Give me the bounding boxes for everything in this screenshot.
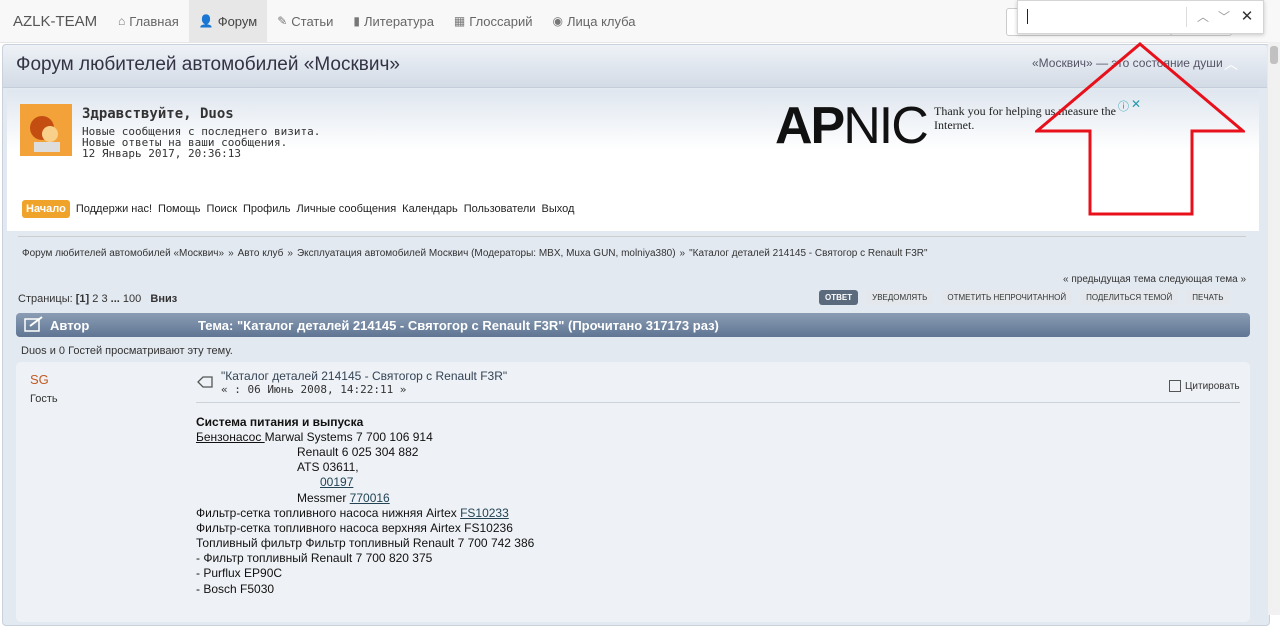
topic-buttons: ОТВЕТ УВЕДОМЛЯТЬ ОТМЕТИТЬ НЕПРОЧИТАННОЙ … <box>819 290 1238 305</box>
nav-items: ⌂ Главная 👤 Форум ✎ Статьи ▮ Литература ▦ Гло… <box>108 0 646 42</box>
nav-item-literature[interactable]: ▮ Литература <box>343 0 444 42</box>
post-line: Renault 6 025 304 882 <box>297 445 419 459</box>
poster-name[interactable]: SG <box>30 372 49 387</box>
topic-title: Тема: "Каталог деталей 214145 - Святогор… <box>198 318 719 333</box>
home-icon: ⌂ <box>118 14 126 28</box>
prev-next-topic-links[interactable]: « предыдущая тема следующая тема » <box>1063 274 1246 285</box>
find-next-icon[interactable]: ﹀ <box>1215 7 1233 27</box>
text-caret <box>1027 9 1028 24</box>
breadcrumb-item-forum[interactable]: Форум любителей автомобилей «Москвич» <box>22 248 224 259</box>
user-avatar[interactable] <box>20 104 72 156</box>
nav-item-label: Глоссарий <box>469 13 533 29</box>
post-divider <box>196 402 1240 403</box>
menu-item-help[interactable]: Помощь <box>158 203 201 215</box>
nav-item-label: Форум <box>217 13 258 29</box>
ad-logo[interactable]: APNIC <box>775 96 929 156</box>
post-link[interactable]: 770016 <box>350 491 390 505</box>
menu-item-calendar[interactable]: Календарь <box>402 203 458 215</box>
post-subject[interactable]: "Каталог деталей 214145 - Святогор с Ren… <box>221 369 507 383</box>
nav-item-glossary[interactable]: ▦ Глоссарий <box>444 0 543 42</box>
post-line: Бензонасос Marwal Systems 7 700 106 914 <box>196 430 433 444</box>
viewers-info: Duos и 0 Гостей просматривают эту тему. <box>21 345 233 357</box>
page-ellipsis: ... <box>110 293 120 305</box>
current-datetime: 12 Январь 2017, 20:36:13 <box>82 147 241 160</box>
menu-item-search[interactable]: Поиск <box>207 203 237 215</box>
post-line: Фильтр-сетка топливного насоса верхняя A… <box>196 521 513 535</box>
menu-item-logout[interactable]: Выход <box>541 203 574 215</box>
post-text: Фильтр-сетка топливного насоса нижняя Ai… <box>196 506 461 520</box>
scrollbar[interactable] <box>1268 42 1280 615</box>
eye-icon: ◉ <box>552 14 564 28</box>
menu-item-profile[interactable]: Профиль <box>243 203 291 215</box>
post-line: - Фильтр топливный Renault 7 700 820 375 <box>196 551 433 565</box>
quote-icon <box>1169 380 1181 392</box>
author-column-label: Автор <box>50 318 90 333</box>
menu-item-members[interactable]: Пользователи <box>464 203 536 215</box>
nav-item-label: Статьи <box>291 13 334 29</box>
breadcrumb-item-topic[interactable]: "Каталог деталей 214145 - Святогор с Ren… <box>689 248 927 259</box>
ad-logo-bold: AP <box>775 97 845 155</box>
post-underline: Бензонасос <box>196 430 265 444</box>
post-line: - Purflux EP90C <box>196 566 283 580</box>
divider <box>18 236 1246 237</box>
post-text: Marwal Systems 7 700 106 914 <box>264 430 433 444</box>
menu-item-messages[interactable]: Личные сообщения <box>297 203 397 215</box>
post-line: Messmer 770016 <box>297 491 390 505</box>
book-icon: ▮ <box>353 14 360 28</box>
post-line: ATS 03611, <box>297 460 359 474</box>
quote-label: Цитировать <box>1185 380 1240 392</box>
nav-item-label: Лица клуба <box>567 13 636 29</box>
pages-label: Страницы: <box>18 293 73 305</box>
quote-button[interactable]: Цитировать <box>1169 380 1240 392</box>
post-text: Messmer <box>297 491 350 505</box>
red-arrow-annotation <box>1035 42 1245 216</box>
page-link-3[interactable]: 3 <box>101 293 107 305</box>
breadcrumb-item-club[interactable]: Авто клуб <box>238 248 284 259</box>
nav-item-label: Главная <box>129 13 179 29</box>
print-button[interactable]: ПЕЧАТЬ <box>1186 290 1230 305</box>
post-line: Топливный фильтр Фильтр топливный Renaul… <box>196 536 535 550</box>
share-topic-button[interactable]: ПОДЕЛИТЬСЯ ТЕМОЙ <box>1080 290 1179 305</box>
site-brand[interactable]: AZLK-TEAM <box>13 13 97 30</box>
topic-edit-icon <box>24 316 43 332</box>
post-heading: Система питания и выпуска <box>196 415 364 429</box>
find-bar: ︿ ﹀ ✕ <box>1017 0 1264 34</box>
nav-item-forum[interactable]: 👤 Форум <box>188 0 268 42</box>
find-close-icon[interactable]: ✕ <box>1238 7 1256 27</box>
nav-item-label: Литература <box>364 13 434 29</box>
page-down-link[interactable]: Вниз <box>150 293 177 305</box>
user-greeting: Здравствуйте, Duos <box>82 106 234 122</box>
poster-rank: Гость <box>30 393 58 405</box>
post-line: - Bosch F5030 <box>196 582 275 596</box>
post-link[interactable]: FS10233 <box>460 506 509 520</box>
post-link[interactable]: 00197 <box>320 475 353 489</box>
breadcrumb: Форум любителей автомобилей «Москвич»» Ав… <box>22 248 928 259</box>
nav-item-articles[interactable]: ✎ Статьи <box>267 0 343 42</box>
find-input[interactable] <box>1026 7 1190 29</box>
breadcrumb-item-board[interactable]: Эксплуатация автомобилей Москвич (Модера… <box>297 248 676 259</box>
pencil-icon: ✎ <box>277 14 288 28</box>
find-separator <box>1186 7 1187 27</box>
page-link-2[interactable]: 2 <box>92 293 98 305</box>
user-icon: 👤 <box>198 14 214 28</box>
post-line: Фильтр-сетка топливного насоса нижняя Ai… <box>196 506 509 520</box>
find-prev-icon[interactable]: ︿ <box>1194 7 1212 27</box>
forum-menu: Начало Поддержи нас! Помощь Поиск Профил… <box>22 200 580 218</box>
tag-icon <box>197 376 213 388</box>
pagination: Страницы: [1] 2 3 ... 100 Вниз <box>18 293 177 305</box>
menu-item-home[interactable]: Начало <box>22 200 70 218</box>
reply-button[interactable]: ОТВЕТ <box>819 290 859 305</box>
notify-button[interactable]: УВЕДОМЛЯТЬ <box>866 290 934 305</box>
forum-title: Форум любителей автомобилей «Москвич» <box>16 54 400 75</box>
nav-item-home[interactable]: ⌂ Главная <box>108 0 189 42</box>
scrollbar-thumb[interactable] <box>1270 46 1278 64</box>
table-icon: ▦ <box>453 14 466 28</box>
ad-logo-thin: NIC <box>843 97 929 155</box>
nav-item-club-faces[interactable]: ◉ Лица клуба <box>543 0 646 42</box>
page-link-last[interactable]: 100 <box>123 293 141 305</box>
post-date: « : 06 Июнь 2008, 14:22:11 » <box>221 383 407 396</box>
menu-item-support[interactable]: Поддержи нас! <box>76 203 152 215</box>
page-current: [1] <box>75 293 90 305</box>
mark-unread-button[interactable]: ОТМЕТИТЬ НЕПРОЧИТАННОЙ <box>941 290 1073 305</box>
